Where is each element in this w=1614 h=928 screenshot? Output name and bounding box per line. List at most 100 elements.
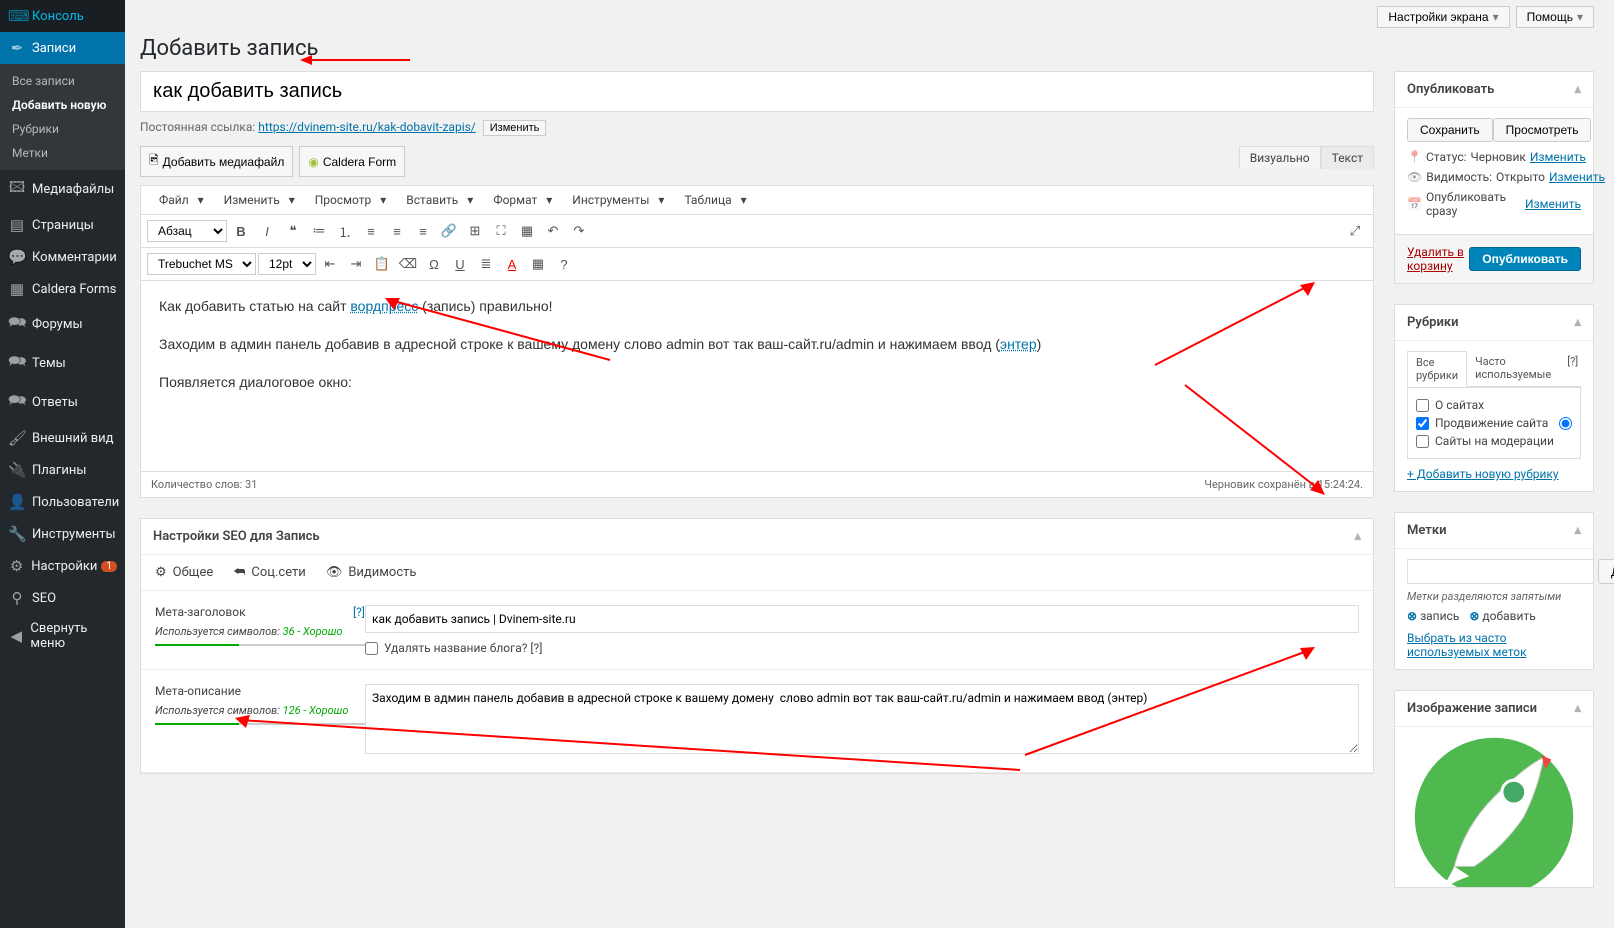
sidebar-item-pages[interactable]: ▤Страницы xyxy=(0,209,125,241)
sidebar-item-appearance[interactable]: 🖌Внешний вид xyxy=(0,422,125,454)
expand-icon[interactable]: ⤢ xyxy=(1343,219,1367,243)
visibility-edit[interactable]: Изменить xyxy=(1549,170,1605,184)
publish-button[interactable]: Опубликовать xyxy=(1469,247,1581,271)
underline-button[interactable]: U xyxy=(448,252,472,276)
bullist-button[interactable]: ≔ xyxy=(307,219,331,243)
menu-file[interactable]: Файл ▾ xyxy=(147,190,210,210)
bold-button[interactable]: B xyxy=(229,219,253,243)
cat-primary-radio[interactable] xyxy=(1559,417,1572,430)
sidebar-collapse[interactable]: ◀Свернуть меню xyxy=(0,614,125,658)
menu-tools[interactable]: Инструменты ▾ xyxy=(560,190,670,210)
fontfamily-select[interactable]: Trebuchet MS xyxy=(147,253,256,275)
quote-button[interactable]: ❝ xyxy=(281,219,305,243)
screen-options-button[interactable]: Настройки экрана▾ xyxy=(1377,6,1509,28)
preview-button[interactable]: Просмотреть xyxy=(1493,118,1592,142)
menu-format[interactable]: Формат ▾ xyxy=(481,190,558,210)
meta-title-input[interactable] xyxy=(365,605,1359,633)
sidebar-item-replies[interactable]: 🗪Ответы xyxy=(0,383,125,422)
tab-text[interactable]: Текст xyxy=(1321,146,1374,169)
sidebar-item-comments[interactable]: 💬Комментарии xyxy=(0,241,125,273)
move-to-trash[interactable]: Удалить в корзину xyxy=(1407,245,1469,273)
italic-button[interactable]: I xyxy=(255,219,279,243)
clearformat-button[interactable]: ⌫ xyxy=(396,252,420,276)
permalink-url[interactable]: https://dvinem-site.ru/kak-dobavit-zapis… xyxy=(258,120,475,134)
sidebar-item-media[interactable]: 🖾Медиафайлы xyxy=(0,170,125,209)
seo-tab-visibility[interactable]: 👁Видимость xyxy=(326,565,417,580)
featured-image-heading[interactable]: Изображение записи▴ xyxy=(1395,691,1593,727)
sidebar-item-tools[interactable]: 🔧Инструменты xyxy=(0,518,125,550)
tag-remove-0[interactable]: ⊗ xyxy=(1407,609,1417,623)
sub-tags[interactable]: Метки xyxy=(0,141,125,165)
seo-tab-general[interactable]: ⚙Общее xyxy=(155,565,213,580)
categories-heading[interactable]: Рубрики▴ xyxy=(1395,305,1593,341)
cat-checkbox-2[interactable] xyxy=(1416,435,1429,448)
tag-input[interactable] xyxy=(1407,559,1594,584)
caldera-form-button[interactable]: ◉Caldera Form xyxy=(299,146,405,177)
cat-checkbox-0[interactable] xyxy=(1416,399,1429,412)
sidebar-item-plugins[interactable]: 🔌Плагины xyxy=(0,454,125,486)
help-button-tb[interactable]: ? xyxy=(552,252,576,276)
charmap-button[interactable]: Ω xyxy=(422,252,446,276)
sidebar-item-caldera[interactable]: ▦Caldera Forms xyxy=(0,273,125,305)
sidebar-item-settings[interactable]: ⚙Настройки1 xyxy=(0,550,125,582)
cat-checkbox-1[interactable] xyxy=(1416,417,1429,430)
sub-categories[interactable]: Рубрики xyxy=(0,117,125,141)
alignleft-button[interactable]: ≡ xyxy=(359,219,383,243)
sub-add-new[interactable]: Добавить новую xyxy=(0,93,125,117)
meta-title-help[interactable]: [?] xyxy=(353,605,365,619)
add-media-button[interactable]: 🖻Добавить медиафайл xyxy=(140,146,293,177)
meta-desc-textarea[interactable] xyxy=(365,684,1359,754)
undo-button[interactable]: ↶ xyxy=(541,219,565,243)
seo-tab-social[interactable]: ⮪Соц.сети xyxy=(233,565,306,580)
table-button[interactable]: ▦ xyxy=(526,252,550,276)
indent-button[interactable]: ⇥ xyxy=(344,252,368,276)
post-title-input[interactable] xyxy=(140,71,1374,112)
justify-button[interactable]: ≣ xyxy=(474,252,498,276)
format-select[interactable]: Абзац xyxy=(147,220,227,242)
link-button[interactable]: 🔗 xyxy=(437,219,461,243)
featured-image[interactable] xyxy=(1395,727,1593,887)
aligncenter-button[interactable]: ≡ xyxy=(385,219,409,243)
schedule-edit[interactable]: Изменить xyxy=(1525,197,1581,211)
sidebar-item-seo[interactable]: ⚲SEO xyxy=(0,582,125,614)
menu-view[interactable]: Просмотр ▾ xyxy=(303,190,393,210)
save-draft-button[interactable]: Сохранить xyxy=(1407,118,1493,142)
content-link-wordpress[interactable]: вордпресс xyxy=(350,298,418,314)
alignright-button[interactable]: ≡ xyxy=(411,219,435,243)
seo-box-heading[interactable]: Настройки SEO для Запись▴ xyxy=(141,519,1373,555)
pastetext-button[interactable]: 📋 xyxy=(370,252,394,276)
remove-blogname-checkbox[interactable] xyxy=(365,642,378,655)
cat-help[interactable]: [?] xyxy=(1559,351,1586,386)
sidebar-item-forums[interactable]: 🗪Форумы xyxy=(0,305,125,344)
cat-tab-used[interactable]: Часто используемые xyxy=(1467,351,1559,386)
add-tag-button[interactable]: Добавить xyxy=(1598,559,1614,584)
redo-button[interactable]: ↷ xyxy=(567,219,591,243)
fullscreen-button[interactable]: ⛶ xyxy=(489,219,513,243)
status-edit[interactable]: Изменить xyxy=(1530,150,1586,164)
sidebar-item-users[interactable]: 👤Пользователи xyxy=(0,486,125,518)
tag-remove-1[interactable]: ⊗ xyxy=(1469,609,1479,623)
menu-table[interactable]: Таблица ▾ xyxy=(672,190,752,210)
add-category-link[interactable]: + Добавить новую рубрику xyxy=(1407,467,1559,481)
sub-all-posts[interactable]: Все записи xyxy=(0,69,125,93)
tab-visual[interactable]: Визуально xyxy=(1239,146,1321,169)
menu-insert[interactable]: Вставить ▾ xyxy=(394,190,479,210)
tags-heading[interactable]: Метки▴ xyxy=(1395,513,1593,549)
fontsize-select[interactable]: 12pt xyxy=(258,253,316,275)
toolbar-toggle-button[interactable]: ▦ xyxy=(515,219,539,243)
content-link-enter[interactable]: энтер xyxy=(1000,336,1037,352)
choose-tags-link[interactable]: Выбрать из часто используемых меток xyxy=(1407,631,1581,659)
numlist-button[interactable]: ⒈ xyxy=(333,219,357,243)
sidebar-item-dashboard[interactable]: ⌨Консоль xyxy=(0,0,125,32)
permalink-edit-button[interactable]: Изменить xyxy=(483,120,547,136)
cat-tab-all[interactable]: Все рубрики xyxy=(1407,351,1467,387)
help-button[interactable]: Помощь▾ xyxy=(1516,6,1594,28)
sidebar-item-topics[interactable]: 🗪Темы xyxy=(0,344,125,383)
editor-content[interactable]: Как добавить статью на сайт вордпресс (з… xyxy=(141,281,1373,471)
menu-edit[interactable]: Изменить ▾ xyxy=(212,190,301,210)
more-button[interactable]: ⊞ xyxy=(463,219,487,243)
sidebar-item-posts[interactable]: ✒Записи xyxy=(0,32,125,64)
textcolor-button[interactable]: A xyxy=(500,252,524,276)
outdent-button[interactable]: ⇤ xyxy=(318,252,342,276)
publish-heading[interactable]: Опубликовать▴ xyxy=(1395,72,1593,108)
